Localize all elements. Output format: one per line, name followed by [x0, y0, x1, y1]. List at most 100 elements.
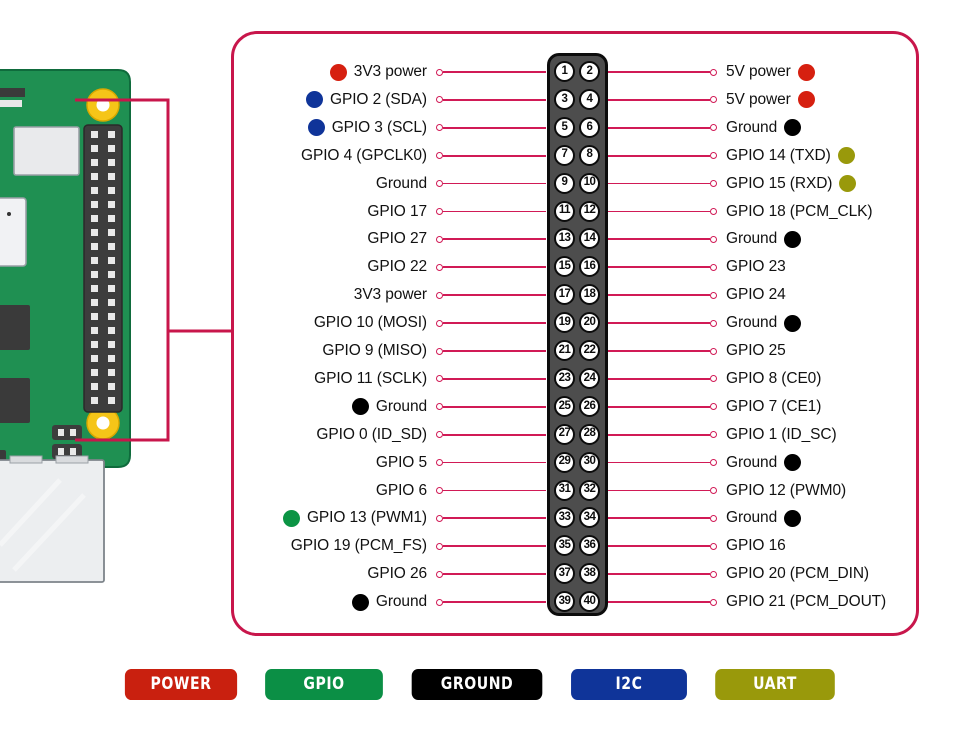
pin-row: GPIO 0 (ID_SD) GPIO 1 (ID_SC)	[0, 421, 960, 449]
pin-color-dot-icon	[837, 147, 855, 165]
pin-entry-38[interactable]: GPIO 20 (PCM_DIN)	[607, 560, 947, 588]
pin-entry-21[interactable]: GPIO 9 (MISO)	[236, 337, 546, 365]
pin-color-dot-icon	[784, 119, 802, 137]
pin-entry-7[interactable]: GPIO 4 (GPCLK0)	[236, 142, 546, 170]
pin-entry-13[interactable]: GPIO 27	[236, 225, 546, 253]
pin-number-33: 33	[554, 507, 575, 529]
pin-label: GPIO 8 (CE0)	[726, 369, 822, 387]
pin-row: 3V3 power GPIO 24	[0, 281, 960, 309]
pin-entry-29[interactable]: GPIO 5	[236, 449, 546, 477]
pin-number-36: 36	[579, 535, 600, 557]
pin-connector-line	[607, 598, 717, 606]
pin-connector-line	[436, 542, 546, 550]
pin-entry-9[interactable]: Ground	[236, 170, 546, 198]
pin-number-pair: 17 18	[550, 281, 604, 309]
pin-label: GPIO 1 (ID_SC)	[726, 425, 837, 443]
pin-row: GPIO 3 (SCL) Ground	[0, 114, 960, 142]
pin-row: 3V3 power 5V power	[0, 58, 960, 86]
pin-entry-40[interactable]: GPIO 21 (PCM_DOUT)	[607, 588, 947, 616]
pin-number-pair: 15 16	[550, 253, 604, 281]
pin-number-17: 17	[554, 284, 575, 306]
pin-entry-20[interactable]: Ground	[607, 309, 947, 337]
pin-number-24: 24	[579, 367, 600, 389]
pin-number-pair: 34	[550, 85, 604, 113]
pin-label: GPIO 14 (TXD)	[726, 146, 831, 164]
pin-label: GPIO 25	[726, 342, 786, 359]
legend-pill-uart[interactable]: UART	[715, 668, 835, 700]
pin-entry-31[interactable]: GPIO 6	[236, 477, 546, 505]
pin-entry-3[interactable]: GPIO 2 (SDA)	[236, 86, 546, 114]
pin-number-9: 9	[554, 172, 575, 194]
pin-connector-line	[607, 542, 717, 550]
pin-row: GPIO 22 GPIO 23	[0, 253, 960, 281]
pin-number-3: 3	[554, 88, 575, 110]
pin-number-10: 10	[579, 172, 600, 194]
pin-entry-36[interactable]: GPIO 16	[607, 532, 947, 560]
pin-row: GPIO 4 (GPCLK0) GPIO 14 (TXD)	[0, 142, 960, 170]
pin-number-30: 30	[579, 451, 600, 473]
pin-number-34: 34	[579, 507, 600, 529]
pin-entry-18[interactable]: GPIO 24	[607, 281, 947, 309]
pin-entry-2[interactable]: 5V power	[607, 58, 947, 86]
pin-label: Ground	[726, 118, 778, 136]
pin-row: GPIO 27 Ground	[0, 225, 960, 253]
pin-connector-line	[436, 431, 546, 439]
pin-entry-14[interactable]: Ground	[607, 225, 947, 253]
pin-entry-6[interactable]: Ground	[607, 114, 947, 142]
pin-entry-19[interactable]: GPIO 10 (MOSI)	[236, 309, 546, 337]
pin-entry-5[interactable]: GPIO 3 (SCL)	[236, 114, 546, 142]
pin-entry-30[interactable]: Ground	[607, 449, 947, 477]
pin-entry-32[interactable]: GPIO 12 (PWM0)	[607, 477, 947, 505]
pin-color-dot-icon	[282, 509, 300, 527]
pin-number-pair: 13 14	[550, 225, 604, 253]
pin-color-dot-icon	[307, 119, 325, 137]
pin-entry-27[interactable]: GPIO 0 (ID_SD)	[236, 421, 546, 449]
legend-pill-gpio[interactable]: GPIO	[265, 668, 383, 700]
pin-entry-24[interactable]: GPIO 8 (CE0)	[607, 365, 947, 393]
pin-label: GPIO 23	[726, 258, 786, 276]
legend-pill-power[interactable]: POWER	[124, 668, 238, 700]
pin-number-22: 22	[579, 340, 600, 361]
pin-number-pair: 35 36	[550, 532, 604, 560]
pin-entry-33[interactable]: GPIO 13 (PWM1)	[236, 504, 546, 532]
pin-number-pair: 39 40	[550, 588, 604, 616]
pin-entry-35[interactable]: GPIO 19 (PCM_FS)	[236, 532, 546, 560]
pin-entry-17[interactable]: 3V3 power	[236, 281, 546, 309]
legend-pill-i2c[interactable]: I2C	[571, 668, 687, 700]
pin-connector-line	[436, 208, 546, 215]
pin-entry-25[interactable]: Ground	[236, 393, 546, 421]
pin-connector-line	[436, 235, 546, 243]
pin-entry-11[interactable]: GPIO 17	[236, 198, 546, 226]
pin-entry-22[interactable]: GPIO 25	[607, 337, 947, 365]
pin-label: 5V power	[726, 63, 791, 80]
pin-color-dot-icon	[329, 63, 347, 81]
pin-number-pair: 9 10	[550, 169, 604, 197]
pin-entry-39[interactable]: Ground	[236, 588, 546, 616]
pin-label: GPIO 12 (PWM0)	[726, 481, 847, 499]
pin-entry-10[interactable]: GPIO 15 (RXD)	[607, 170, 947, 198]
pin-connector-line	[436, 180, 546, 188]
pin-number-4: 4	[579, 88, 600, 110]
pin-number-12: 12	[579, 200, 600, 222]
pin-entry-16[interactable]: GPIO 23	[607, 253, 947, 281]
pin-entry-12[interactable]: GPIO 18 (PCM_CLK)	[607, 198, 947, 226]
pin-color-dot-icon	[784, 509, 802, 527]
pin-entry-37[interactable]: GPIO 26	[236, 560, 546, 588]
pin-connector-line	[607, 152, 717, 160]
pin-entry-26[interactable]: GPIO 7 (CE1)	[607, 393, 947, 421]
pin-connector-line	[436, 347, 546, 355]
pin-entry-8[interactable]: GPIO 14 (TXD)	[607, 142, 947, 170]
pin-connector-line	[607, 570, 717, 578]
pin-entry-23[interactable]: GPIO 11 (SCLK)	[236, 365, 546, 393]
pin-entry-15[interactable]: GPIO 22	[236, 253, 546, 281]
pin-entry-4[interactable]: 5V power	[607, 86, 947, 114]
legend-pill-ground[interactable]: GROUND	[411, 668, 543, 700]
pin-entry-1[interactable]: 3V3 power	[236, 58, 546, 86]
pin-label: GPIO 2 (SDA)	[330, 90, 427, 108]
pin-entry-34[interactable]: Ground	[607, 504, 947, 532]
pin-label: GPIO 3 (SCL)	[331, 118, 427, 136]
pin-connector-line	[607, 403, 717, 411]
pin-connector-line	[436, 68, 546, 76]
pin-number-16: 16	[579, 256, 600, 278]
pin-entry-28[interactable]: GPIO 1 (ID_SC)	[607, 421, 947, 449]
